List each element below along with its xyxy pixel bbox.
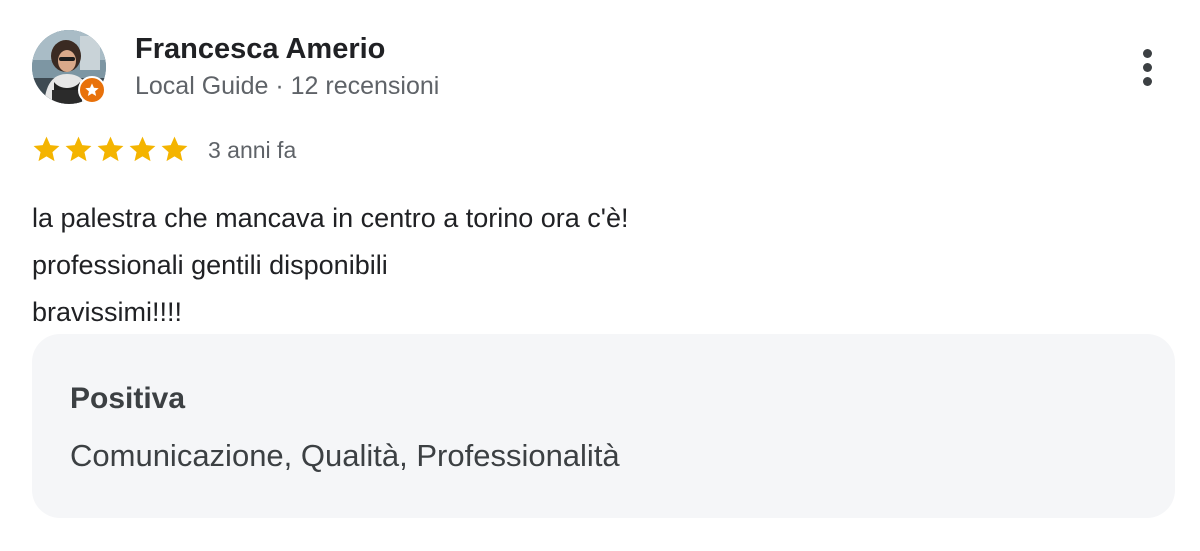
star-icon	[129, 136, 156, 162]
review-text-line: professionali gentili disponibili	[32, 250, 388, 280]
more-vert-icon-dot	[1142, 76, 1152, 86]
star-icon	[65, 136, 92, 162]
author-name[interactable]: Francesca Amerio	[135, 30, 385, 68]
attributes-heading: Positiva	[70, 382, 186, 415]
more-vert-icon	[1142, 48, 1152, 58]
more-options-button[interactable]	[1126, 44, 1168, 90]
star-icon	[161, 136, 188, 162]
review-attributes-box: Positiva Comunicazione, Qualità, Profess…	[32, 334, 1175, 518]
review-text-line: bravissimi!!!!	[32, 297, 183, 327]
review-card: Francesca Amerio Local Guide · 12 recens…	[0, 0, 1200, 551]
star-rating	[31, 134, 190, 165]
attributes-values: Comunicazione, Qualità, Professionalità	[70, 438, 620, 473]
local-guide-star-icon	[85, 83, 99, 96]
more-vert-icon-dot	[1142, 62, 1152, 72]
star-icon	[33, 136, 60, 162]
star-icon	[97, 136, 124, 162]
review-date: 3 anni fa	[208, 137, 297, 163]
review-text-line: la palestra che mancava in centro a tori…	[32, 203, 629, 233]
local-guide-badge	[78, 76, 106, 104]
review-text: la palestra che mancava in centro a tori…	[32, 195, 628, 336]
author-meta[interactable]: Local Guide · 12 recensioni	[135, 70, 439, 102]
